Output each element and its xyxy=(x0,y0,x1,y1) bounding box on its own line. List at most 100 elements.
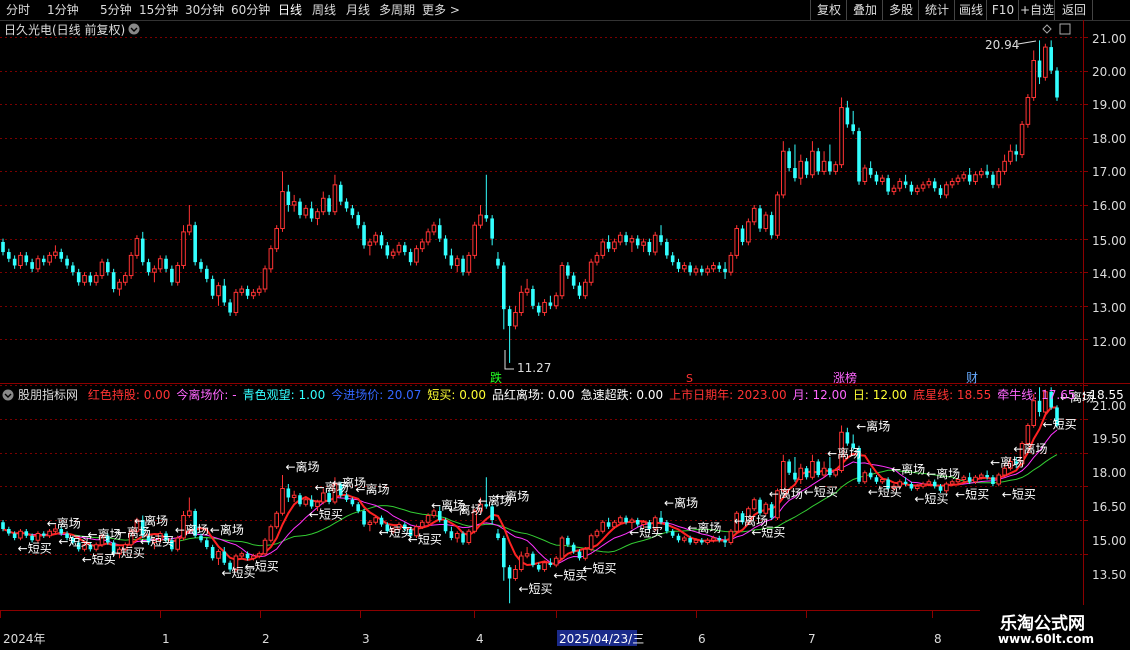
exit-signal-label: ←离场 xyxy=(1013,441,1047,456)
candle-body xyxy=(367,241,373,246)
buy-signal-label: ←短买 xyxy=(1002,487,1036,501)
indicator-dropdown-icon[interactable] xyxy=(2,389,14,401)
candle-body xyxy=(309,208,314,219)
candle-body xyxy=(315,501,320,507)
candle-body xyxy=(449,531,454,538)
candle-body xyxy=(758,208,762,229)
candle-body xyxy=(914,187,920,193)
candle-body xyxy=(531,289,535,306)
candle-body xyxy=(944,483,949,492)
exit-signal-label: ←离场 xyxy=(769,486,803,501)
stock-chart[interactable]: ←离场←离场←离场←离场←离场 ←离场←离场←离场←离场←离场←离场←离场←离场←… xyxy=(0,20,1130,650)
candle-body xyxy=(763,503,769,514)
candle-body xyxy=(1055,70,1059,98)
candle-body xyxy=(641,521,646,525)
title-dropdown-icon[interactable] xyxy=(128,23,140,35)
tab-multi-period[interactable]: 多周期 xyxy=(379,2,415,18)
settings-square-icon[interactable] xyxy=(1059,23,1071,35)
candle-body xyxy=(379,235,384,246)
x-label: 6 xyxy=(698,632,706,646)
candle-body xyxy=(531,553,535,565)
tab-daily[interactable]: 日线 xyxy=(278,2,302,18)
tab-60min[interactable]: 60分钟 xyxy=(231,2,270,18)
candle-body xyxy=(787,151,791,169)
more-menu[interactable]: 更多 > xyxy=(422,2,460,18)
candle-body xyxy=(373,517,378,523)
candle-body xyxy=(216,551,221,559)
candle-body xyxy=(548,302,553,306)
candle-body xyxy=(88,275,93,283)
candle-body xyxy=(991,174,995,185)
statistics-button[interactable]: 统计 xyxy=(918,0,955,20)
candle-body xyxy=(542,301,547,314)
restore-rights-button[interactable]: 复权 xyxy=(810,0,847,20)
candle-body xyxy=(490,218,494,239)
candle-body xyxy=(553,557,559,566)
candle-body xyxy=(454,533,460,539)
tab-1min[interactable]: 1分钟 xyxy=(47,2,79,18)
candle-body xyxy=(670,531,675,536)
add-watchlist-button[interactable]: 返回 xyxy=(1054,0,1093,20)
mark-button[interactable]: +自选 xyxy=(1018,0,1055,20)
tab-15min[interactable]: 15分钟 xyxy=(139,2,178,18)
tab-5min[interactable]: 5分钟 xyxy=(100,2,132,18)
tab-weekly[interactable]: 周线 xyxy=(312,2,336,18)
tab-30min[interactable]: 30分钟 xyxy=(185,2,224,18)
candle-body xyxy=(676,262,681,269)
candle-body xyxy=(879,479,885,483)
candle-body xyxy=(583,548,588,559)
candle-body xyxy=(402,245,407,253)
candle-body xyxy=(862,472,868,483)
diamond-icon[interactable] xyxy=(1042,24,1052,34)
candle-body xyxy=(518,291,524,314)
legend-item: 月: 12.00 xyxy=(793,388,847,402)
candle-body xyxy=(251,555,256,559)
x-axis: 2024年 1 2 3 4 2025/04/23/三 6 7 8 xyxy=(3,630,942,646)
tab-monthly[interactable]: 月线 xyxy=(346,2,370,18)
watermark-url: www.60lt.com xyxy=(998,632,1095,646)
event-label[interactable]: S xyxy=(686,372,693,385)
candle-body xyxy=(111,272,116,289)
event-label[interactable]: 涨榜 xyxy=(833,370,857,385)
multi-stock-button[interactable]: 多股 xyxy=(882,0,919,20)
legend-item: 青色观望: 1.00 xyxy=(243,388,326,402)
candle-body xyxy=(833,164,839,172)
candle-body xyxy=(717,538,722,541)
candle-body xyxy=(751,499,757,510)
candle-body xyxy=(920,483,926,487)
candle-body xyxy=(373,234,378,243)
overlay-button[interactable]: 叠加 xyxy=(846,0,883,20)
drawing-button[interactable]: 画线 xyxy=(954,0,987,20)
candle-body xyxy=(507,309,512,326)
candle-body xyxy=(938,188,943,195)
candle-body xyxy=(320,492,326,503)
candle-body xyxy=(385,245,390,256)
candle-body xyxy=(728,530,734,543)
f10-button[interactable]: F10 xyxy=(986,0,1019,20)
stock-title: 日久光电(日线 前复权) xyxy=(4,22,125,37)
candle-body xyxy=(140,238,145,263)
event-label[interactable]: 财 xyxy=(966,371,978,385)
candle-body xyxy=(781,150,786,196)
back-button[interactable] xyxy=(1092,0,1130,20)
candle-body xyxy=(327,493,331,502)
candle-body xyxy=(612,241,617,250)
exit-signal-label: ←离场 xyxy=(827,446,861,461)
candle-body xyxy=(699,268,704,273)
candle-body xyxy=(606,241,611,249)
candle-body xyxy=(344,495,349,500)
candle-body xyxy=(41,258,46,263)
indicator-legend: 股朋指标网 红色持股: 0.00 今离场价: - 青色观望: 1.00 今进场价: 2… xyxy=(18,387,1130,402)
exit-signal-label: ←离场 xyxy=(210,522,244,537)
candle-body xyxy=(268,248,274,270)
candle-body xyxy=(286,488,291,498)
candle-body xyxy=(367,521,373,525)
candle-body xyxy=(513,569,518,579)
tab-timeshare[interactable]: 分时 xyxy=(6,2,30,18)
exit-signal-label: ←离场 xyxy=(856,419,890,434)
candle-body xyxy=(274,228,279,250)
candle-body xyxy=(356,215,361,226)
event-label[interactable]: 跌 xyxy=(490,370,502,385)
candle-body xyxy=(839,107,844,166)
exit-signal-label: ←离场 xyxy=(891,461,925,476)
